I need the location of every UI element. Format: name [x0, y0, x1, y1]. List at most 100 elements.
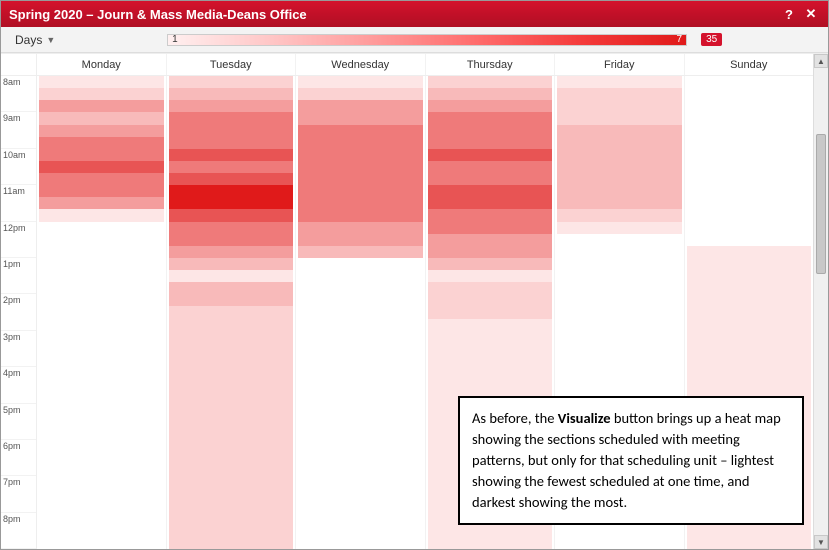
heat-cell — [169, 270, 294, 282]
heat-cell — [557, 209, 682, 221]
heat-cell — [39, 440, 164, 452]
heat-cell — [687, 100, 812, 112]
heat-cell — [428, 185, 553, 197]
heat-cell — [298, 391, 423, 403]
heat-cell — [169, 476, 294, 488]
heat-cell — [298, 234, 423, 246]
scroll-up-icon[interactable]: ▲ — [814, 54, 828, 68]
heat-cell — [687, 331, 812, 343]
heat-cell — [39, 294, 164, 306]
legend-gradient: 1 7 — [167, 34, 687, 46]
hour-label: 9am — [1, 112, 36, 148]
heat-cell — [298, 306, 423, 318]
heat-cell — [169, 319, 294, 331]
heat-cell — [298, 294, 423, 306]
heat-cell — [298, 500, 423, 512]
heat-cell — [298, 513, 423, 525]
heat-cell — [298, 452, 423, 464]
day-header: Sunday — [685, 54, 814, 75]
heat-cell — [169, 234, 294, 246]
hour-label: 10am — [1, 149, 36, 185]
heat-cell — [298, 197, 423, 209]
heat-cell — [687, 112, 812, 124]
heat-cell — [39, 513, 164, 525]
heat-cell — [298, 379, 423, 391]
heat-cell — [298, 246, 423, 258]
heat-cell — [169, 464, 294, 476]
heat-cell — [428, 125, 553, 137]
chevron-down-icon: ▼ — [46, 35, 55, 45]
heat-cell — [298, 76, 423, 88]
heat-cell — [687, 197, 812, 209]
heat-cell — [428, 294, 553, 306]
heat-cell — [428, 525, 553, 537]
heat-cell — [169, 137, 294, 149]
heat-cell — [39, 476, 164, 488]
scroll-down-icon[interactable]: ▼ — [814, 535, 828, 549]
day-column — [167, 76, 297, 549]
heat-cell — [39, 112, 164, 124]
title-bar: Spring 2020 – Journ & Mass Media-Deans O… — [1, 1, 828, 27]
heat-cell — [557, 537, 682, 549]
heat-cell — [428, 319, 553, 331]
heat-cell — [169, 379, 294, 391]
heat-cell — [557, 125, 682, 137]
heat-cell — [39, 500, 164, 512]
heat-cell — [298, 270, 423, 282]
heat-cell — [298, 149, 423, 161]
heat-cell — [557, 282, 682, 294]
heat-cell — [687, 258, 812, 270]
heat-cell — [39, 149, 164, 161]
heat-cell — [39, 428, 164, 440]
heat-cell — [428, 197, 553, 209]
heat-cell — [169, 355, 294, 367]
heat-cell — [169, 331, 294, 343]
heat-cell — [428, 161, 553, 173]
heat-cell — [169, 100, 294, 112]
heat-cell — [557, 76, 682, 88]
heat-cell — [428, 282, 553, 294]
callout-bold: Visualize — [558, 409, 611, 427]
heat-cell — [687, 319, 812, 331]
heat-cell — [39, 343, 164, 355]
heat-cell — [687, 282, 812, 294]
vertical-scrollbar[interactable]: ▲ ▼ — [813, 54, 828, 549]
heat-cell — [557, 234, 682, 246]
heat-cell — [428, 76, 553, 88]
heat-cell — [169, 161, 294, 173]
heat-legend: 1 7 35 — [69, 33, 820, 46]
heat-cell — [687, 149, 812, 161]
heat-cell — [39, 319, 164, 331]
heat-cell — [169, 537, 294, 549]
days-label: Days — [15, 33, 42, 47]
day-header: Wednesday — [296, 54, 426, 75]
heat-cell — [39, 246, 164, 258]
heat-cell — [39, 222, 164, 234]
heat-cell — [39, 76, 164, 88]
heat-cell — [39, 306, 164, 318]
heatmap-window: Spring 2020 – Journ & Mass Media-Deans O… — [0, 0, 829, 550]
heat-cell — [169, 513, 294, 525]
heat-cell — [169, 173, 294, 185]
day-headers: MondayTuesdayWednesdayThursdayFridaySund… — [37, 54, 813, 76]
heat-cell — [687, 161, 812, 173]
hour-label: 12pm — [1, 222, 36, 258]
heat-cell — [687, 537, 812, 549]
heat-cell — [557, 173, 682, 185]
days-dropdown[interactable]: Days ▼ — [9, 31, 61, 49]
heat-cell — [39, 234, 164, 246]
heat-cell — [428, 246, 553, 258]
heat-cell — [39, 137, 164, 149]
heat-cell — [428, 379, 553, 391]
heat-cell — [298, 173, 423, 185]
heat-cell — [557, 112, 682, 124]
scroll-thumb[interactable] — [816, 134, 826, 274]
window-title: Spring 2020 – Journ & Mass Media-Deans O… — [9, 7, 776, 22]
heat-cell — [557, 306, 682, 318]
heat-cell — [298, 209, 423, 221]
heat-cell — [557, 294, 682, 306]
heat-cell — [169, 440, 294, 452]
close-icon[interactable]: ✕ — [802, 5, 820, 23]
legend-min: 1 — [172, 34, 178, 45]
help-icon[interactable]: ? — [780, 5, 798, 23]
